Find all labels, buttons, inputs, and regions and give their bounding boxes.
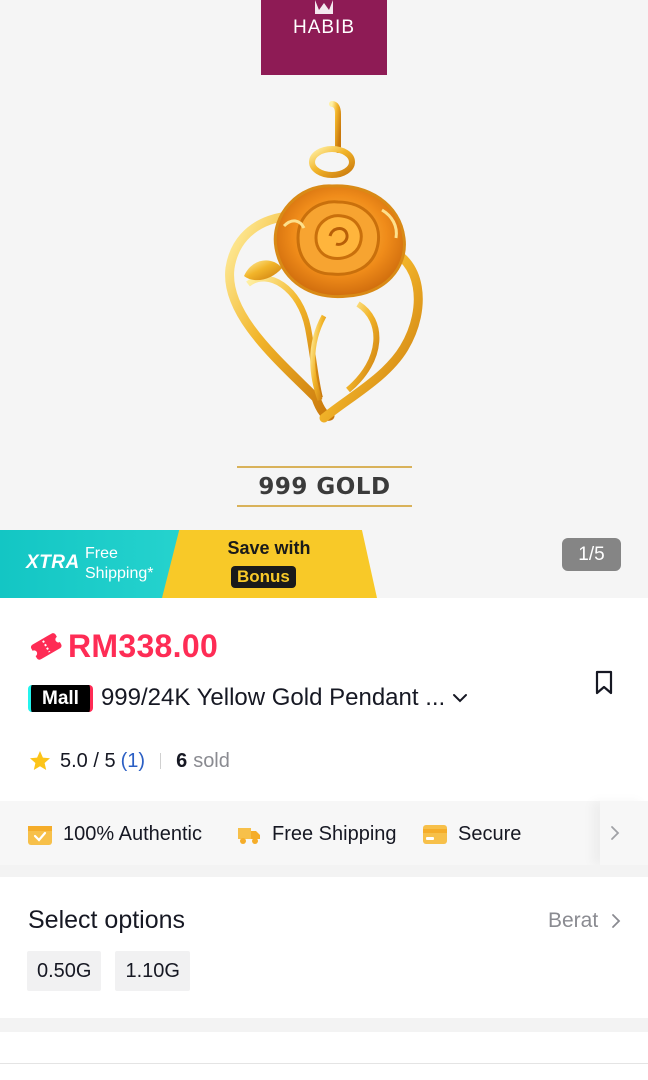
pendant-image xyxy=(225,101,423,423)
section-divider xyxy=(0,865,648,877)
benefit-label: Free Shipping xyxy=(272,822,397,845)
product-title-row[interactable]: Mall 999/24K Yellow Gold Pendant ... xyxy=(28,681,588,715)
sold-count: 6 xyxy=(176,749,188,772)
bonus-pill: Bonus xyxy=(231,566,296,588)
star-icon xyxy=(30,751,50,770)
product-image-carousel[interactable]: HABIB 999 GOLD XTRA Free Shipping* Save … xyxy=(0,0,648,598)
option-chip[interactable]: 1.10G xyxy=(115,951,190,991)
options-hint[interactable]: Berat xyxy=(548,909,598,933)
benefits-bar[interactable]: 100% Authentic Free Shipping Secure xyxy=(0,801,648,865)
rating-count[interactable]: (1) xyxy=(121,750,145,773)
xtra-free-line2: Shipping* xyxy=(85,565,154,582)
sold-label: sold xyxy=(193,749,230,772)
brand-name: HABIB xyxy=(292,17,356,38)
chevron-right-icon xyxy=(611,826,620,840)
coupon-tag-icon xyxy=(30,633,62,660)
benefits-more-button[interactable] xyxy=(600,801,648,865)
price-row: RM338.00 xyxy=(28,624,218,668)
delivery-truck-icon xyxy=(238,828,260,844)
authentic-box-icon xyxy=(28,826,52,845)
select-options-title[interactable]: Select options xyxy=(28,906,185,935)
rating-value: 5.0 / 5 xyxy=(60,749,116,772)
product-title: 999/24K Yellow Gold Pendant ... xyxy=(100,684,446,711)
chevron-down-icon[interactable] xyxy=(451,689,469,707)
section-divider xyxy=(0,1018,648,1032)
chevron-right-icon[interactable] xyxy=(610,912,622,930)
xtra-logo: XTRA xyxy=(26,552,80,573)
xtra-free-line1: Free xyxy=(85,545,118,562)
benefit-free-shipping: Free Shipping xyxy=(236,821,397,847)
option-chips: 0.50G 1.10G xyxy=(27,951,204,991)
mall-badge: Mall xyxy=(28,684,93,712)
bookmark-icon[interactable] xyxy=(592,670,616,696)
gold-purity-label: 999 GOLD xyxy=(237,466,412,507)
brand-crown-icon xyxy=(315,0,333,14)
xtra-free-shipping-text: Free Shipping* xyxy=(85,544,154,584)
image-counter: 1/5 xyxy=(562,538,621,571)
benefit-label: Secure xyxy=(458,822,522,845)
brand-logo: HABIB xyxy=(261,0,387,75)
benefit-secure: Secure xyxy=(422,821,521,847)
save-with-text: Save with xyxy=(227,538,311,558)
benefit-label: 100% Authentic xyxy=(63,822,202,845)
option-chip[interactable]: 0.50G xyxy=(27,951,102,991)
divider-line xyxy=(0,1063,648,1064)
benefit-authentic: 100% Authentic xyxy=(27,821,202,847)
product-price: RM338.00 xyxy=(68,627,219,664)
secure-card-icon xyxy=(423,825,447,844)
divider xyxy=(160,753,162,769)
rating-row[interactable]: 5.0 / 5 (1) 6 sold xyxy=(28,746,230,776)
